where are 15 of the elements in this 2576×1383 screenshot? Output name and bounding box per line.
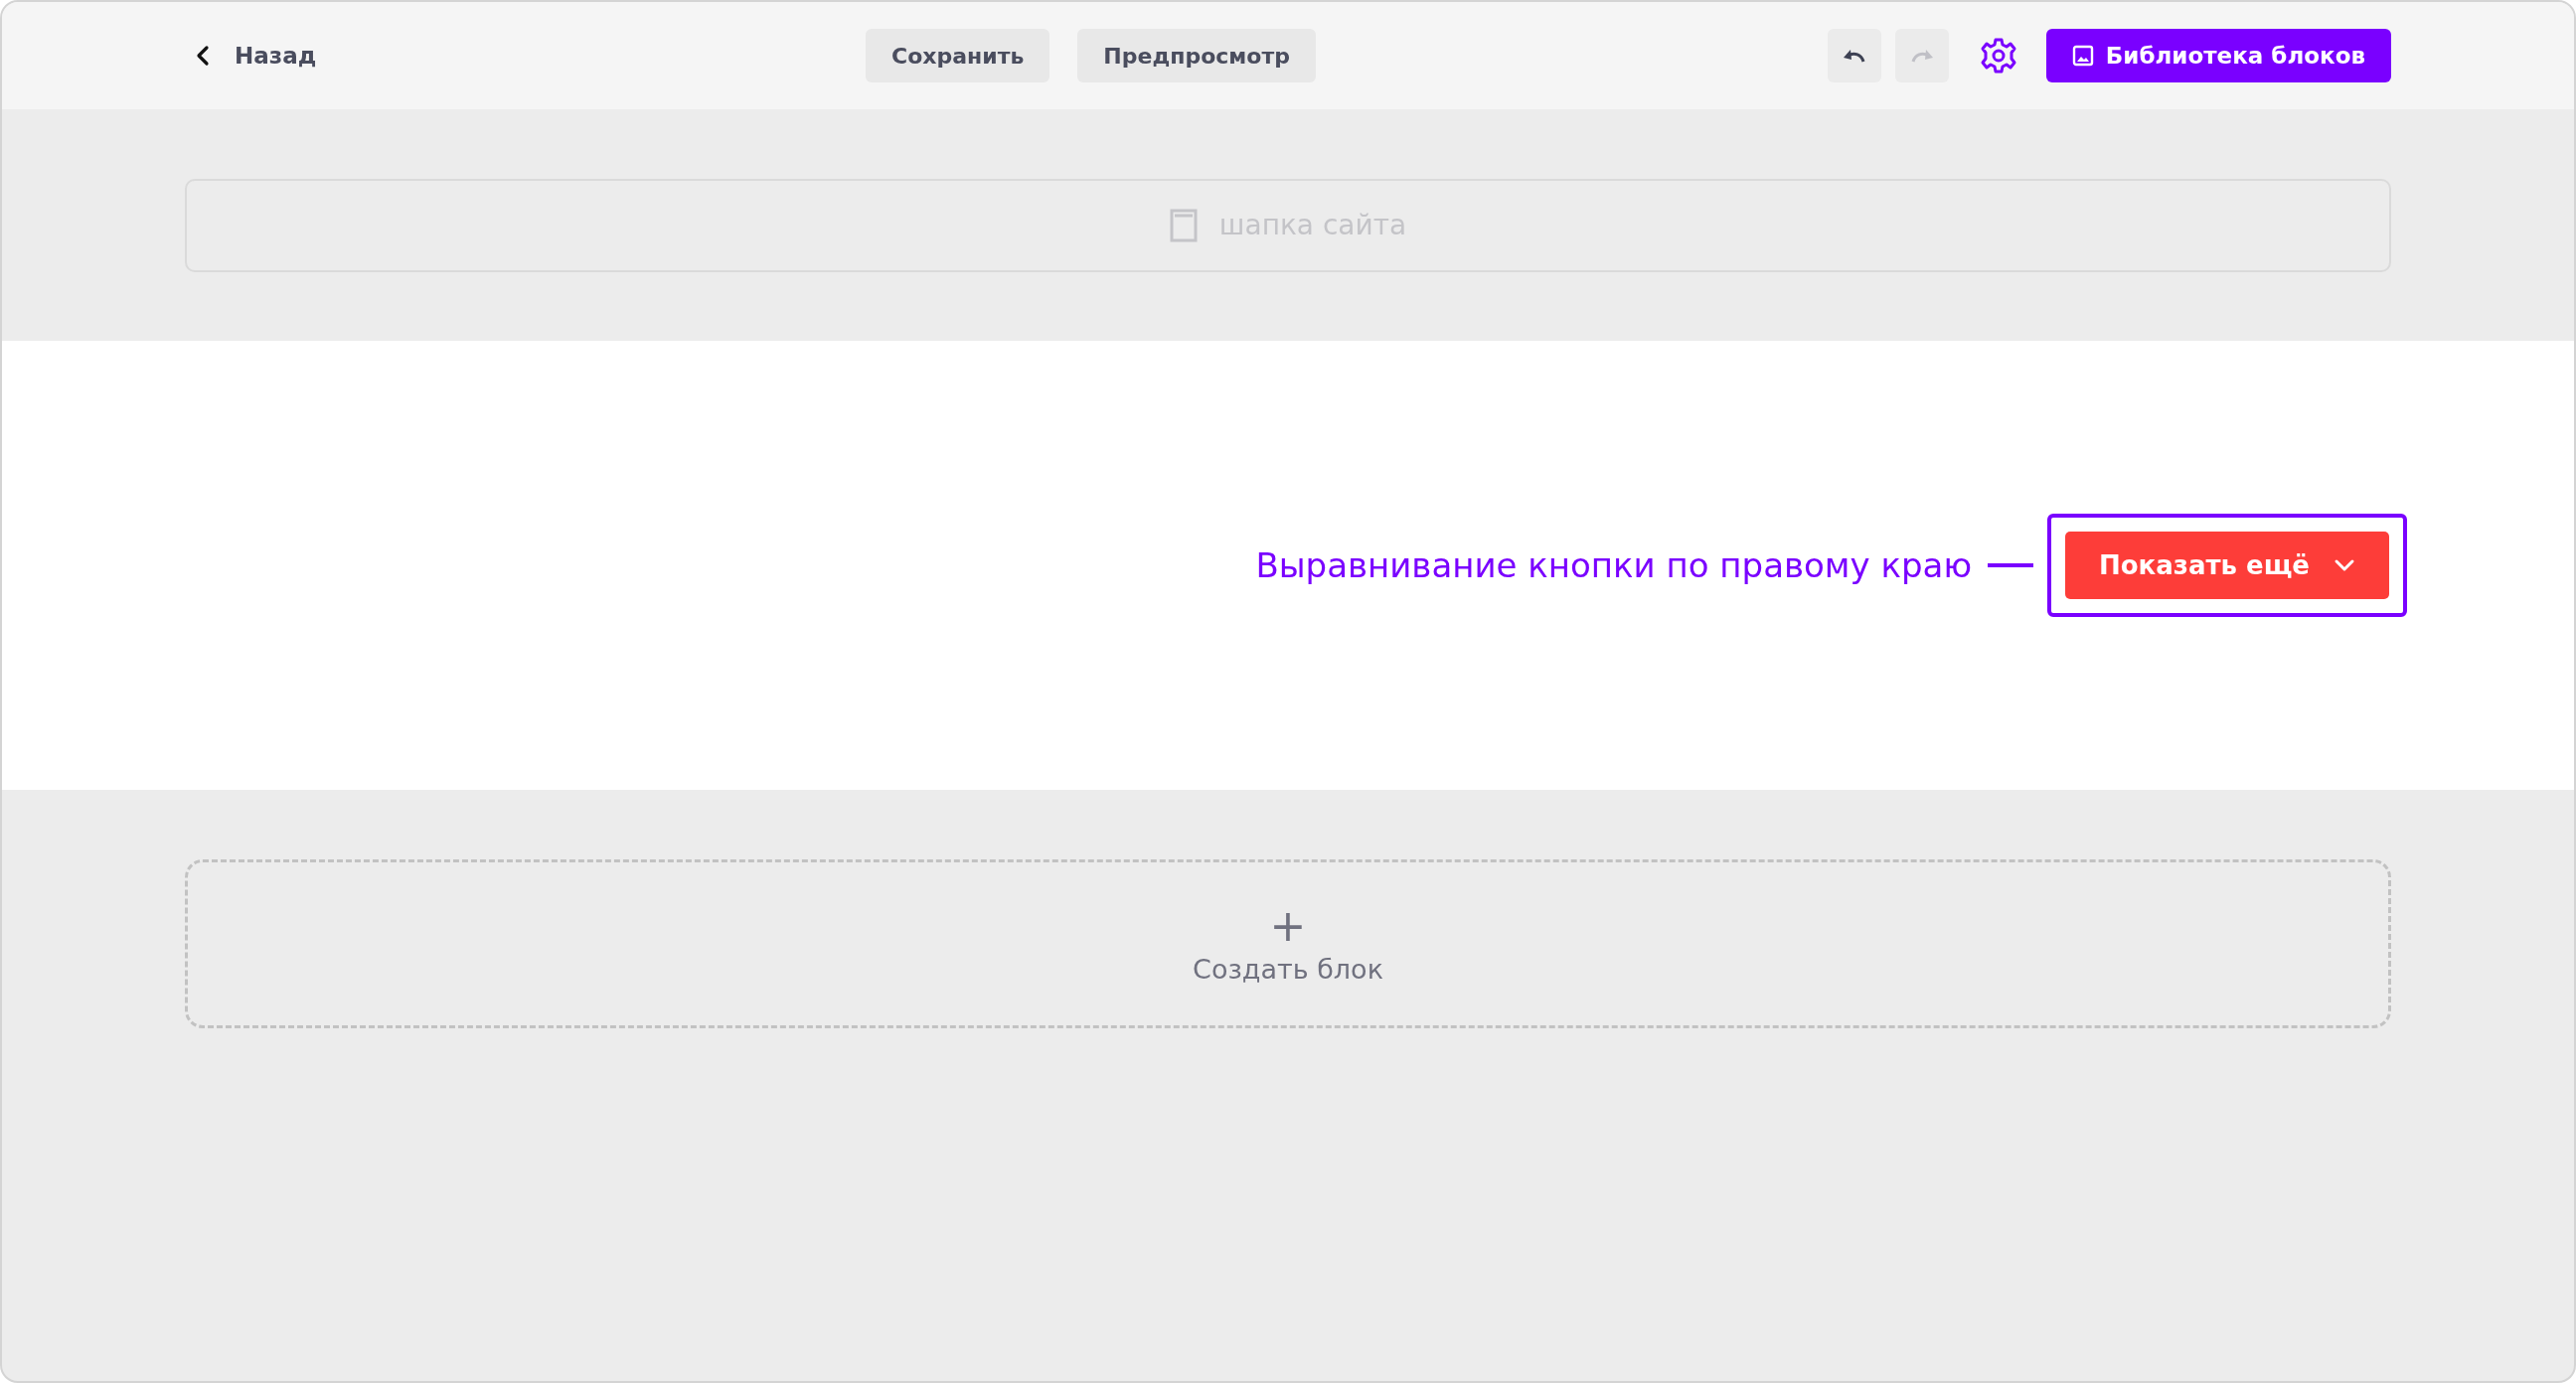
undo-button[interactable] — [1827, 29, 1881, 82]
chevron-down-icon — [2334, 558, 2355, 572]
plus-icon: + — [1269, 903, 1307, 948]
block-library-button[interactable]: Библиотека блоков — [2045, 29, 2391, 82]
chevron-left-icon — [195, 45, 211, 67]
create-block-label: Создать блок — [1193, 953, 1383, 985]
preview-button[interactable]: Предпросмотр — [1077, 29, 1316, 82]
save-button[interactable]: Сохранить — [866, 29, 1050, 82]
annotation-text: Выравнивание кнопки по правому краю — [1255, 545, 1972, 585]
page-icon — [1169, 208, 1198, 242]
image-icon — [2071, 45, 2094, 67]
create-block-area[interactable]: + Создать блок — [185, 859, 2391, 1028]
show-more-button[interactable]: Показать ещё — [2065, 532, 2389, 599]
back-button[interactable]: Назад — [191, 39, 321, 73]
settings-icon[interactable] — [1980, 38, 2016, 74]
